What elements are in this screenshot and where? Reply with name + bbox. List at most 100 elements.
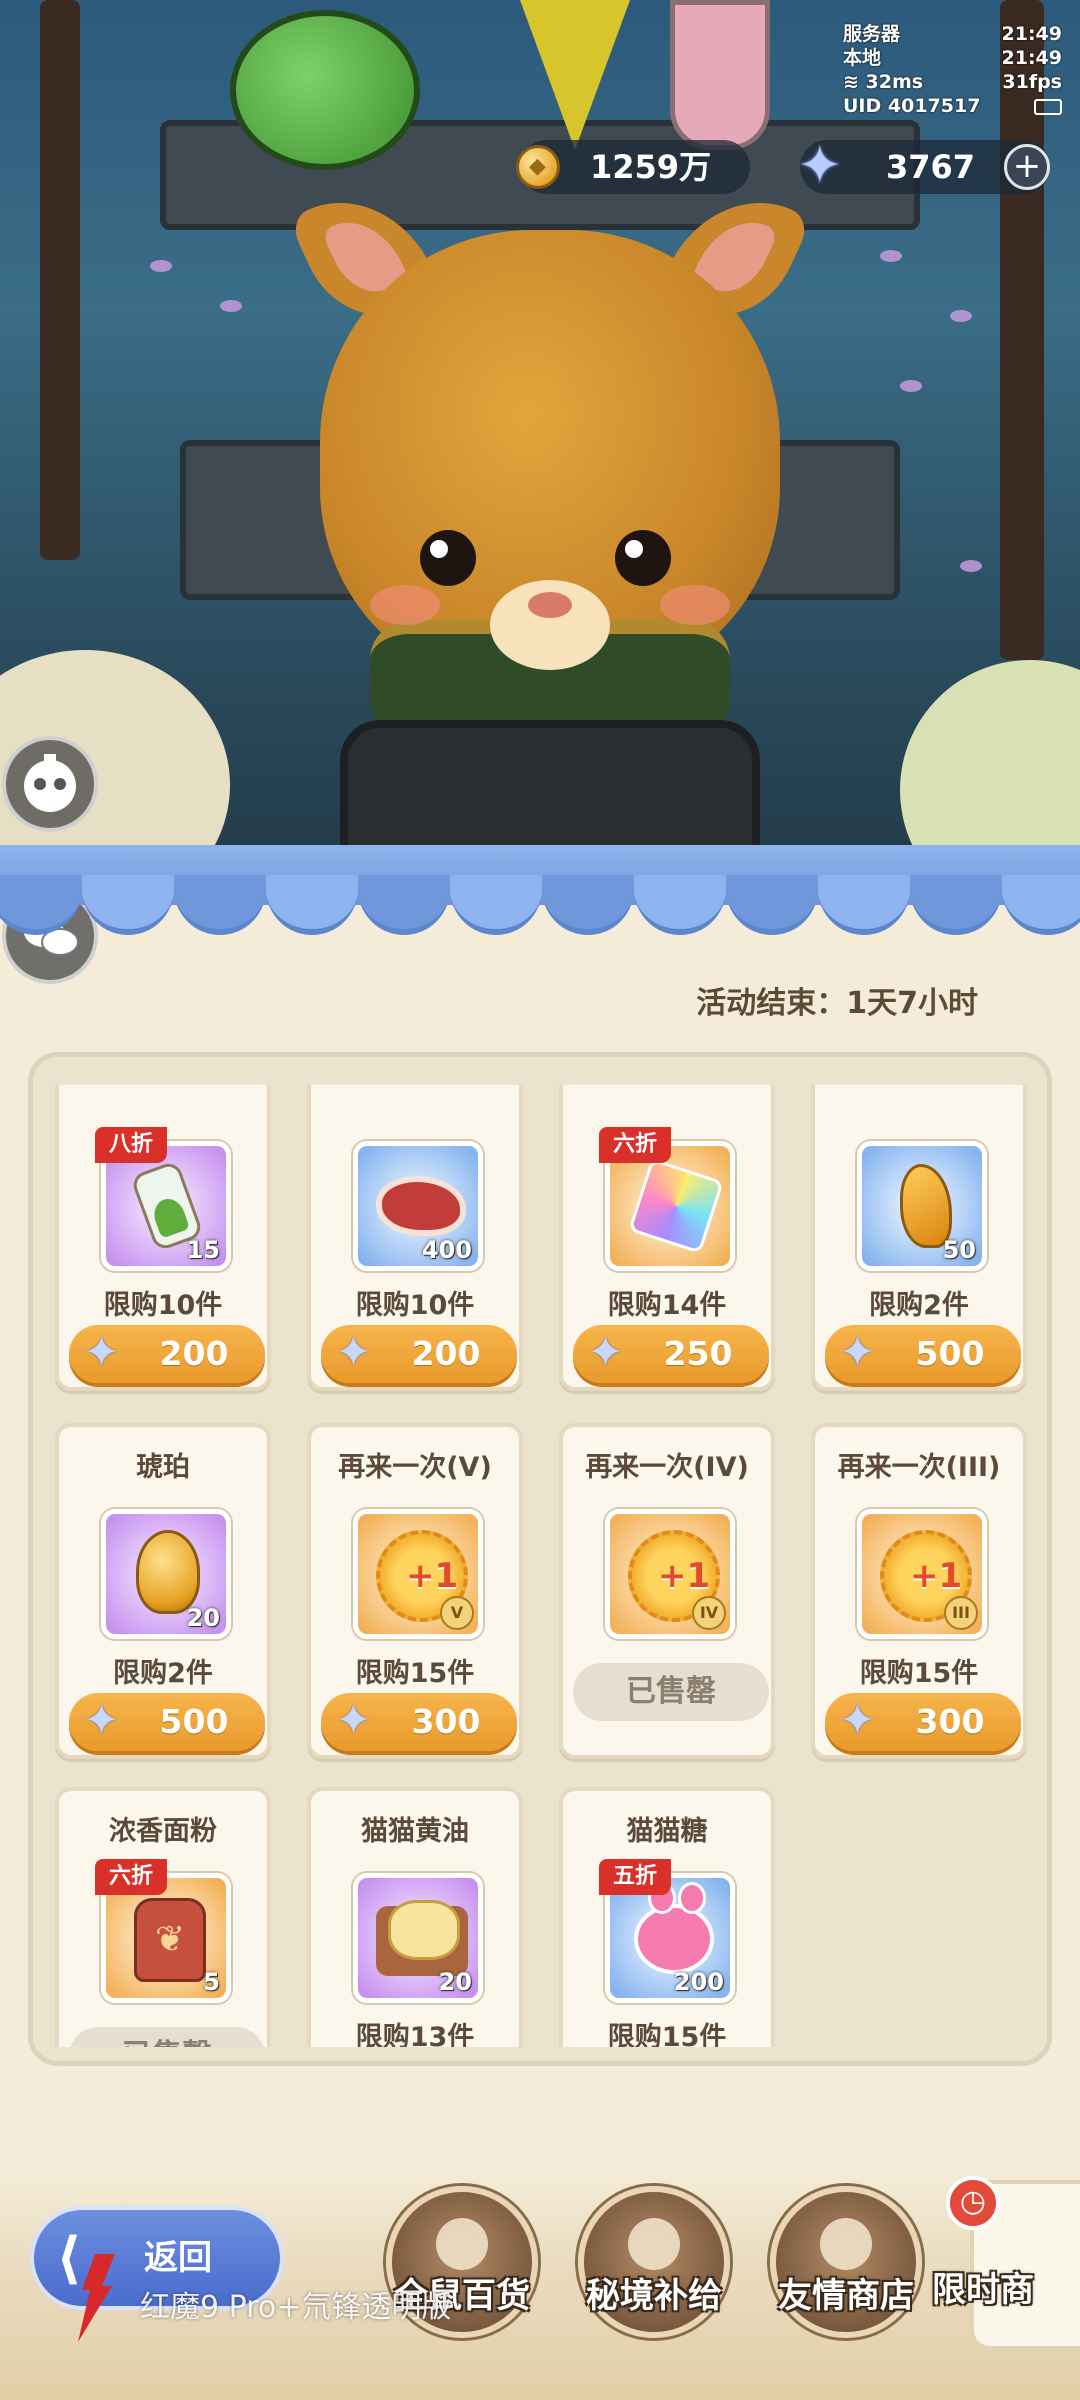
price-value: 200 [411,1334,481,1373]
tier-badge: III [944,1596,978,1630]
shop-item-card[interactable]: 再来一次(III) +1 III 限购15件 ✦ 300 [811,1423,1027,1759]
hamster-cheek [370,585,440,625]
item-name: 再来一次(V) [338,1452,492,1483]
item-quantity: 50 [942,1236,976,1264]
item-icon-frame[interactable]: 400 [353,1141,483,1271]
buy-button[interactable]: ✦ 200 [69,1325,265,1383]
price-value: 250 [663,1334,733,1373]
item-icon-frame[interactable]: +1 V [353,1509,483,1639]
tab-limited-shop[interactable]: 限时商 [932,2262,1080,2311]
item-name: 浓香面粉 [109,1816,217,1847]
cap-bonus-label: +1 [406,1556,459,1596]
tree-trunk [40,0,80,560]
tab-secret-supply[interactable]: 秘境补给 [554,2268,754,2317]
star-icon: ✦ [335,1695,372,1746]
crystal [520,0,630,150]
shop-item-card[interactable]: 猫猫黄油20限购13件✦90 [307,1787,523,2047]
server-time: 21:49 [1001,23,1062,45]
item-icon-frame[interactable]: +1 III [857,1509,987,1639]
clock-icon: ◷ [946,2176,1000,2230]
awning-scallop [910,875,1002,935]
star-icon: ✦ [798,136,842,196]
battery-icon [966,94,1062,118]
awning-scallop [1002,875,1080,935]
status-left: 服务器 本地 ≋ 32ms UID 4017517 [843,22,980,118]
test-tube [670,0,770,150]
purchase-limit: 限购13件 [355,2022,475,2047]
ping-value: 32ms [865,71,924,93]
local-label: 本地 [843,47,882,69]
red-magic-logo [78,2254,115,2342]
buy-button[interactable]: ✦ 300 [825,1693,1021,1751]
buy-button[interactable]: ✦ 200 [321,1325,517,1383]
tab-friend-shop[interactable]: 友情商店 [746,2268,946,2317]
discount-badge: 五折 [599,1859,671,1895]
buy-button[interactable]: ✦ 300 [321,1693,517,1751]
shop-item-card[interactable]: 再来一次(V) +1 V 限购15件 ✦ 300 [307,1423,523,1759]
awning-scallop [450,875,542,935]
buy-button[interactable]: ✦ 500 [69,1693,265,1751]
buy-button[interactable]: ✦ 500 [825,1325,1021,1383]
awning-scallop [726,875,818,935]
shop-item-card[interactable]: 琥珀 20 限购2件 ✦ 500 [55,1423,271,1759]
awning-scallop [818,875,910,935]
tier-badge: V [440,1596,474,1630]
cap-bonus-label: +1 [658,1556,711,1596]
item-quantity: 5 [203,1968,220,1996]
coin-balance: 1259万 [516,140,750,194]
buy-button[interactable]: ✦ 250 [573,1325,769,1383]
item-icon-frame[interactable]: 50 [857,1141,987,1271]
flower [900,380,922,392]
shop-item-card[interactable]: 再来一次(IV) +1 IV 已售罄 [559,1423,775,1759]
price-value: 300 [411,1702,481,1741]
awning-scallop [82,875,174,935]
item-icon-frame[interactable]: +1 IV [605,1509,735,1639]
purchase-limit: 限购14件 [607,1290,727,1321]
price-value: 500 [159,1702,229,1741]
flower [220,300,242,312]
item-grid[interactable]: 八折 15 限购10件 ✦ 200 400 限购10件 ✦ 200 六折 限购14件 ✦ 250 50 限购… [55,1085,1035,2047]
purchase-limit: 限购10件 [355,1290,475,1321]
item-name: 猫猫糖 [626,1816,708,1847]
device-watermark: 红魔9 Pro+氘锋透明版 [140,2290,452,2325]
sold-out-button: 已售罄 [69,2027,265,2047]
hamster-cheek [660,585,730,625]
item-quantity: 15 [186,1236,220,1264]
awning-scallop [174,875,266,935]
coin-icon [516,145,560,189]
item-icon-frame[interactable]: 20 [353,1873,483,2003]
flower [880,250,902,262]
server-label: 服务器 [843,23,901,45]
shop-item-card[interactable]: 六折限购14件 ✦ 250 [559,1085,775,1391]
hamster-eye [420,530,476,586]
discount-badge: 八折 [95,1127,167,1163]
shop-item-card[interactable]: 猫猫糖五折200限购15件✦100 [559,1787,775,2047]
item-name: 猫猫黄油 [361,1816,469,1847]
price-value: 500 [915,1334,985,1373]
star-icon: ✦ [83,1327,120,1378]
potion-bottle [230,10,420,170]
discount-badge: 六折 [599,1127,671,1163]
item-name: 再来一次(IV) [585,1452,749,1483]
shop-item-card[interactable]: 浓香面粉六折 5 已售罄 [55,1787,271,2047]
cap-bonus-label: +1 [910,1556,963,1596]
ping-readout: ≋ 32ms [843,70,980,94]
shop-item-card[interactable]: 50 限购2件 ✦ 500 [811,1085,1027,1391]
flower [960,560,982,572]
item-name: 再来一次(III) [837,1452,1001,1483]
item-icon-frame[interactable]: 20 [101,1509,231,1639]
hamster-shopkeeper[interactable] [287,172,813,740]
robot-menu-button[interactable] [2,736,98,832]
awning-scallop [542,875,634,935]
add-currency-button[interactable]: + [1004,144,1050,190]
tier-badge: IV [692,1596,726,1630]
shop-item-card[interactable]: 400 限购10件 ✦ 200 [307,1085,523,1391]
shop-item-card[interactable]: 八折 15 限购10件 ✦ 200 [55,1085,271,1391]
fps-value: 31fps [1002,71,1062,93]
flower [950,310,972,322]
awning-scallop [634,875,726,935]
item-quantity: 200 [673,1968,724,1996]
shop-panel: 八折 15 限购10件 ✦ 200 400 限购10件 ✦ 200 六折 限购14件 ✦ 250 50 限购… [28,1052,1052,2066]
item-name: 琥珀 [136,1452,190,1483]
sold-out-button: 已售罄 [573,1663,769,1721]
